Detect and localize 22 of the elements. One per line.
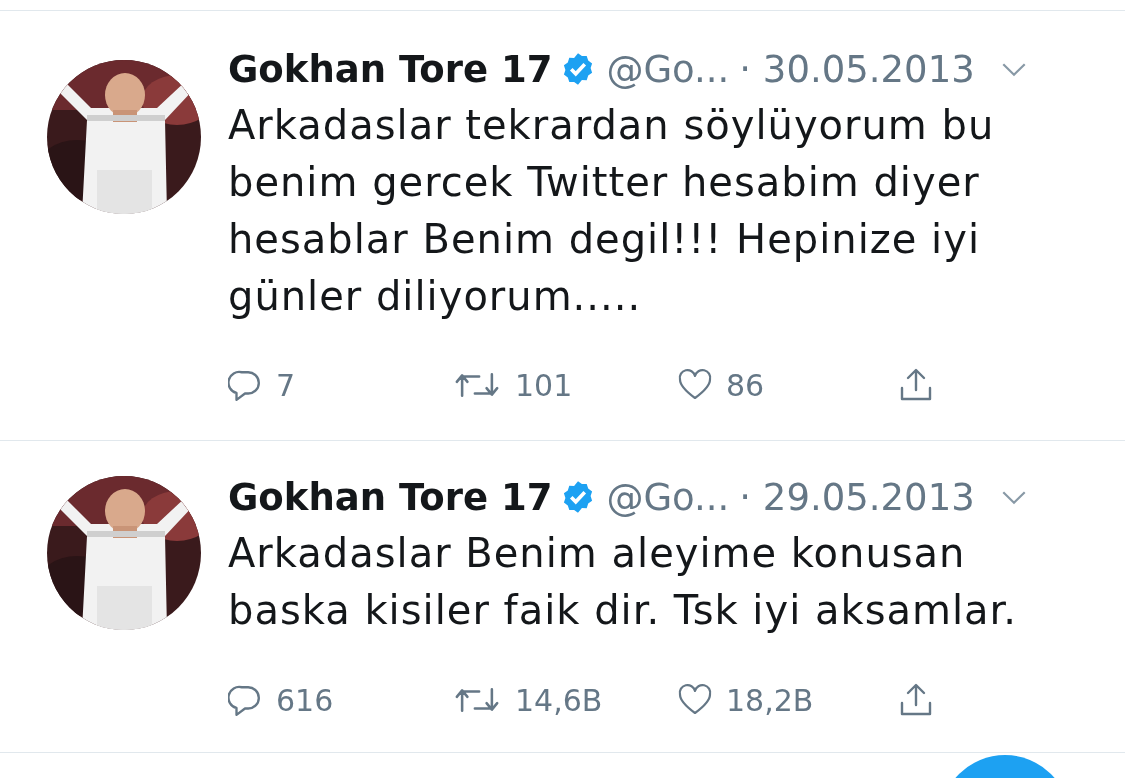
- user-handle: @Go...: [606, 475, 730, 519]
- tweet-text: Arkadaslar tekrardan söylüyorum bu benim gercek Twitter hesabim diyer hesablar Benim degil!!! Hepinize iyi günler diliyorum.....: [228, 101, 996, 321]
- tweet-date: · 29.05.2013: [739, 475, 975, 519]
- chevron-down-icon[interactable]: [1000, 61, 1027, 77]
- chevron-down-icon[interactable]: [1000, 489, 1027, 505]
- retweet-count: 101: [515, 367, 573, 403]
- tweet-text: Arkadaslar Benim aleyime konusan baska kisiler faik dir. Tsk iyi aksamlar.: [228, 529, 1019, 635]
- tweet-date: · 30.05.2013: [739, 47, 975, 91]
- like-icon[interactable]: [678, 683, 712, 717]
- share-icon[interactable]: [899, 368, 933, 402]
- user-handle: @Go...: [606, 47, 730, 91]
- reply-count: 7: [276, 367, 296, 403]
- like-icon[interactable]: [678, 368, 712, 402]
- like-count: 18,2B: [726, 682, 814, 718]
- reply-icon[interactable]: [228, 683, 262, 717]
- retweet-count: 14,6B: [515, 682, 603, 718]
- user-name: Gokhan Tore 17: [228, 475, 553, 519]
- like-count: 86: [726, 367, 765, 403]
- reply-count: 616: [276, 682, 334, 718]
- user-name: Gokhan Tore 17: [228, 47, 553, 91]
- reply-icon[interactable]: [228, 368, 262, 402]
- share-icon[interactable]: [899, 683, 933, 717]
